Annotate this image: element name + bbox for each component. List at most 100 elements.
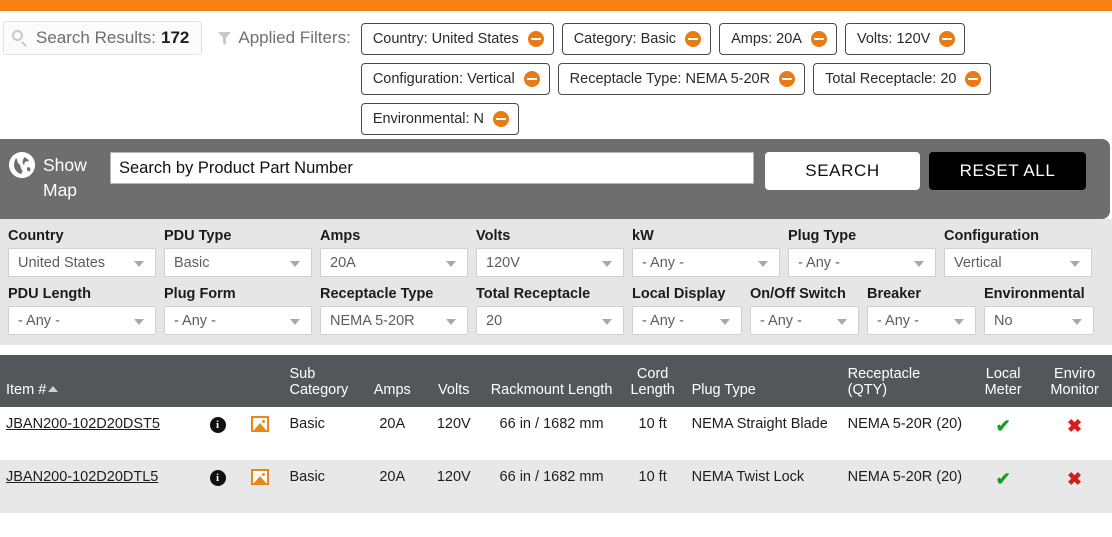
applied-filter-chip[interactable]: Total Receptacle: 20: [813, 63, 991, 95]
column-header-info: [198, 355, 238, 407]
column-header-item[interactable]: Item #: [0, 355, 198, 407]
applied-filter-chip-label: Category: Basic: [574, 31, 676, 47]
product-image-icon[interactable]: [251, 469, 269, 485]
filter-select[interactable]: 120V: [476, 248, 624, 277]
info-icon[interactable]: i: [210, 470, 226, 486]
column-header-sub-category[interactable]: Sub Category: [283, 355, 360, 407]
product-item-link[interactable]: JBAN200-102D20DST5: [6, 416, 160, 432]
filter-select[interactable]: - Any -: [750, 306, 859, 335]
filter-cell: PDU Length- Any -: [0, 286, 156, 335]
filter-cell: Plug Form- Any -: [156, 286, 312, 335]
chevron-down-icon: [134, 261, 144, 267]
filter-cell: Breaker - Any -: [859, 286, 976, 335]
info-icon[interactable]: i: [210, 417, 226, 433]
cell-sub-category: Basic: [283, 460, 360, 513]
filter-select[interactable]: United States: [8, 248, 156, 277]
filter-select[interactable]: 20A: [320, 248, 468, 277]
cell-enviro-monitor: ✖: [1037, 407, 1112, 460]
chevron-down-icon: [446, 319, 456, 325]
filter-cell: Amps20A: [312, 228, 468, 277]
column-header-cord-length[interactable]: Cord Length: [620, 355, 686, 407]
column-header-enviro-monitor[interactable]: Enviro Monitor: [1037, 355, 1112, 407]
column-header-local-meter[interactable]: Local Meter: [969, 355, 1037, 407]
applied-filter-chip[interactable]: Volts: 120V: [845, 23, 965, 55]
filter-select-value: 20: [486, 313, 502, 329]
results-and-filters-strip: Search Results: 172 Applied Filters: Cou…: [0, 11, 1112, 139]
filter-select-value: United States: [18, 255, 105, 271]
filter-cell: EnvironmentalNo: [976, 286, 1094, 335]
show-map-label: Show Map: [43, 152, 87, 203]
filter-label: Country: [8, 228, 156, 244]
cell-plug-type: NEMA Twist Lock: [686, 460, 842, 513]
column-header-rackmount-length[interactable]: Rackmount Length: [483, 355, 619, 407]
filter-select[interactable]: - Any -: [788, 248, 936, 277]
results-table: Item # Sub Category Amps Volts Rackmount…: [0, 355, 1112, 513]
filter-select[interactable]: - Any -: [867, 306, 976, 335]
column-header-amps[interactable]: Amps: [360, 355, 424, 407]
remove-filter-icon[interactable]: [779, 71, 795, 87]
search-icon: [12, 30, 29, 47]
filter-select-value: - Any -: [642, 255, 684, 271]
search-input[interactable]: [110, 152, 754, 184]
filter-select[interactable]: NEMA 5-20R: [320, 306, 468, 335]
applied-filter-chip[interactable]: Country: United States: [361, 23, 554, 55]
applied-filter-chip-label: Country: United States: [373, 31, 519, 47]
reset-all-button[interactable]: RESET ALL: [929, 152, 1086, 190]
applied-filter-chip[interactable]: Amps: 20A: [719, 23, 837, 55]
show-map-button[interactable]: Show Map: [0, 152, 110, 203]
remove-filter-icon[interactable]: [965, 71, 981, 87]
applied-filter-chip[interactable]: Configuration: Vertical: [361, 63, 550, 95]
remove-filter-icon[interactable]: [524, 71, 540, 87]
results-table-wrap: Item # Sub Category Amps Volts Rackmount…: [0, 355, 1112, 513]
applied-filter-chip-label: Configuration: Vertical: [373, 71, 515, 87]
chevron-down-icon: [954, 319, 964, 325]
remove-filter-icon[interactable]: [939, 31, 955, 47]
filter-select[interactable]: Basic: [164, 248, 312, 277]
remove-filter-icon[interactable]: [528, 31, 544, 47]
filter-select[interactable]: - Any -: [632, 248, 780, 277]
show-map-line1: Show: [43, 155, 87, 175]
applied-filter-chip[interactable]: Category: Basic: [562, 23, 711, 55]
remove-filter-icon[interactable]: [811, 31, 827, 47]
search-button[interactable]: SEARCH: [765, 152, 920, 190]
cell-cord-length: 10 ft: [620, 407, 686, 460]
search-panel: Show Map SEARCH RESET ALL: [0, 139, 1110, 219]
cell-volts: 120V: [424, 460, 483, 513]
filter-select[interactable]: 20: [476, 306, 624, 335]
filter-label: Receptacle Type: [320, 286, 468, 302]
applied-filter-chip[interactable]: Environmental: N: [361, 103, 519, 135]
chevron-down-icon: [134, 319, 144, 325]
check-icon: ✔: [996, 469, 1011, 489]
column-header-receptacle-qty[interactable]: Receptacle (QTY): [842, 355, 969, 407]
filter-label: Breaker: [867, 286, 976, 302]
cell-cord-length: 10 ft: [620, 460, 686, 513]
applied-filter-chip[interactable]: Receptacle Type: NEMA 5-20R: [558, 63, 805, 95]
filter-cell: Country United States: [0, 228, 156, 277]
filter-select[interactable]: - Any -: [632, 306, 742, 335]
filter-cell: Local Display - Any -: [624, 286, 742, 335]
filter-select[interactable]: Vertical: [944, 248, 1092, 277]
cell-local-meter: ✔: [969, 460, 1037, 513]
column-header-volts[interactable]: Volts: [424, 355, 483, 407]
product-item-link[interactable]: JBAN200-102D20DTL5: [6, 469, 158, 485]
chevron-down-icon: [602, 319, 612, 325]
table-header-row: Item # Sub Category Amps Volts Rackmount…: [0, 355, 1112, 407]
product-image-icon[interactable]: [251, 416, 269, 432]
applied-filter-chip-label: Volts: 120V: [857, 31, 930, 47]
filter-select[interactable]: - Any -: [8, 306, 156, 335]
filter-label: Local Display: [632, 286, 742, 302]
filter-label: PDU Type: [164, 228, 312, 244]
remove-filter-icon[interactable]: [685, 31, 701, 47]
applied-filter-chip-label: Environmental: N: [373, 111, 484, 127]
cell-amps: 20A: [360, 460, 424, 513]
filter-select-value: Vertical: [954, 255, 1002, 271]
filter-select[interactable]: No: [984, 306, 1094, 335]
filter-cell: On/Off Switch- Any -: [742, 286, 859, 335]
chevron-down-icon: [290, 319, 300, 325]
filter-select[interactable]: - Any -: [164, 306, 312, 335]
column-header-plug-type[interactable]: Plug Type: [686, 355, 842, 407]
cell-local-meter: ✔: [969, 407, 1037, 460]
cell-receptacle-qty: NEMA 5-20R (20): [842, 407, 969, 460]
remove-filter-icon[interactable]: [493, 111, 509, 127]
filter-select-value: 120V: [486, 255, 520, 271]
